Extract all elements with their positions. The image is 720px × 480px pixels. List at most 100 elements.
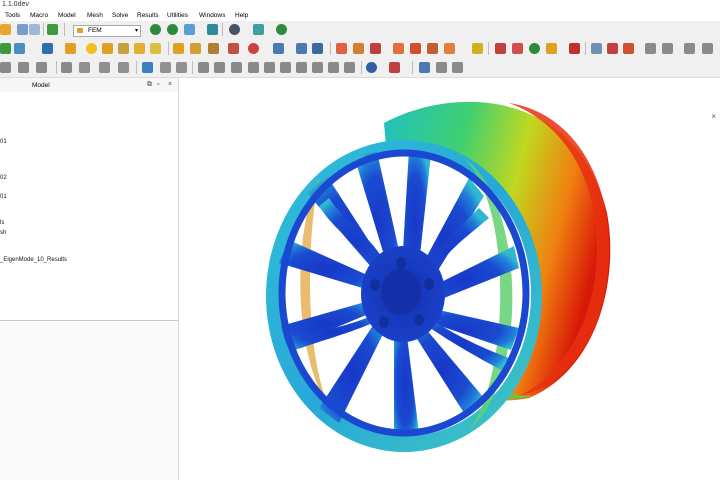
solver-z88-icon[interactable] <box>370 43 381 54</box>
post-scalar-icon[interactable] <box>591 43 602 54</box>
view-cube-icon[interactable] <box>253 24 264 35</box>
solid-material-icon[interactable] <box>42 43 53 54</box>
open-icon[interactable] <box>0 24 11 35</box>
plot-icon[interactable] <box>389 62 400 73</box>
equation-elasticity-icon[interactable] <box>393 43 404 54</box>
redo-icon[interactable] <box>29 24 40 35</box>
zoom-fit-icon[interactable] <box>150 24 161 35</box>
solver-ccx-icon[interactable] <box>336 43 347 54</box>
tree-item[interactable]: sh <box>0 230 6 236</box>
zoom-selection-icon[interactable] <box>167 24 178 35</box>
float-panel-icon[interactable]: ⧉ <box>147 81 152 89</box>
undo-icon[interactable] <box>17 24 28 35</box>
menu-results[interactable]: Results <box>137 12 159 19</box>
menu-mesh[interactable]: Mesh <box>87 12 103 19</box>
toolbar-separator <box>488 42 489 55</box>
refresh-icon[interactable] <box>47 24 58 35</box>
toolbar-separator <box>64 23 65 36</box>
hub-center <box>381 269 421 315</box>
menu-help[interactable]: Help <box>235 12 248 19</box>
solver-elmer-icon[interactable] <box>353 43 364 54</box>
constraint-force-icon[interactable] <box>190 43 201 54</box>
post-data-icon[interactable] <box>645 43 656 54</box>
dock-panel-icon[interactable]: ▫ <box>157 81 159 88</box>
menu-windows[interactable]: Windows <box>199 12 225 19</box>
post-region-icon[interactable] <box>662 43 673 54</box>
tree-item[interactable]: 01 <box>0 139 7 145</box>
fillet-icon[interactable] <box>214 62 225 73</box>
post-cut-icon[interactable] <box>623 43 634 54</box>
close-icon[interactable]: × <box>711 112 716 121</box>
material-icon[interactable] <box>14 43 25 54</box>
results-purge-icon[interactable] <box>512 43 523 54</box>
constraint-pressure-icon[interactable] <box>208 43 219 54</box>
macro-icon[interactable] <box>452 62 463 73</box>
sync-view-icon[interactable] <box>207 24 218 35</box>
fuse-icon[interactable] <box>344 62 355 73</box>
equation-heat-icon[interactable] <box>410 43 421 54</box>
toolbar-separator <box>43 23 44 36</box>
extrude-icon[interactable] <box>248 62 259 73</box>
menu-solve[interactable]: Solve <box>112 12 128 19</box>
workbench-selector[interactable]: FEM ▾ <box>73 25 141 37</box>
section-icon[interactable] <box>0 62 11 73</box>
draw-style-icon[interactable] <box>184 24 195 35</box>
mesh-boundary-icon[interactable] <box>118 43 129 54</box>
equation-electrostatic-icon[interactable] <box>444 43 455 54</box>
tree-item[interactable]: 01 <box>0 194 7 200</box>
recompute-icon[interactable] <box>142 62 153 73</box>
post-table-icon[interactable] <box>702 43 713 54</box>
equation-flow-icon[interactable] <box>427 43 438 54</box>
flow-velocity-icon[interactable] <box>296 43 307 54</box>
constraint-fixed-icon[interactable] <box>173 43 184 54</box>
flow-pressure-icon[interactable] <box>312 43 323 54</box>
tool-icon[interactable] <box>99 62 110 73</box>
coordinate-icon[interactable] <box>176 62 187 73</box>
cut-icon[interactable] <box>328 62 339 73</box>
post-warp-icon[interactable] <box>607 43 618 54</box>
constraint-displacement-icon[interactable] <box>228 43 239 54</box>
mesh-netgen-icon[interactable] <box>150 43 161 54</box>
post-clip-icon[interactable] <box>569 43 580 54</box>
revolve-icon[interactable] <box>264 62 275 73</box>
appearance-icon[interactable] <box>366 62 377 73</box>
box-select-icon[interactable] <box>198 62 209 73</box>
std-views-icon[interactable] <box>229 24 240 35</box>
sphere-icon[interactable] <box>86 43 97 54</box>
panel-icon[interactable] <box>118 62 129 73</box>
export-icon[interactable] <box>419 62 430 73</box>
mesh-clear-icon[interactable] <box>18 62 29 73</box>
offset-icon[interactable] <box>296 62 307 73</box>
menu-model[interactable]: Model <box>58 12 76 19</box>
tree-item[interactable]: 02 <box>0 175 7 181</box>
settings-icon[interactable] <box>79 62 90 73</box>
mesh-group-icon[interactable] <box>134 43 145 54</box>
menu-macro[interactable]: Macro <box>30 12 48 19</box>
results-pipeline-icon[interactable] <box>546 43 557 54</box>
solver-control-icon[interactable] <box>472 43 483 54</box>
constraint-heatflux-icon[interactable] <box>273 43 284 54</box>
solver-run-icon[interactable] <box>495 43 506 54</box>
close-icon[interactable]: × <box>168 81 172 88</box>
constraint-temperature-icon[interactable] <box>248 43 259 54</box>
menu-utilities[interactable]: Utilities <box>167 12 188 19</box>
analysis-icon[interactable] <box>0 43 11 54</box>
3d-viewport[interactable]: × <box>179 78 720 480</box>
toolbar-separator <box>361 61 362 74</box>
results-show-icon[interactable] <box>529 43 540 54</box>
chamfer-icon[interactable] <box>231 62 242 73</box>
measure-icon[interactable] <box>276 24 287 35</box>
menu-tools[interactable]: Tools <box>5 12 20 19</box>
window-titlebar: 1.1.0dev <box>0 0 720 10</box>
mesh-region-icon[interactable] <box>102 43 113 54</box>
filter-icon[interactable] <box>61 62 72 73</box>
mesh-display-icon[interactable] <box>36 62 47 73</box>
tree-item[interactable]: ls <box>0 220 4 226</box>
report-icon[interactable] <box>436 62 447 73</box>
boolean-icon[interactable] <box>312 62 323 73</box>
text-icon[interactable] <box>65 43 76 54</box>
axis-icon[interactable] <box>160 62 171 73</box>
tree-item-results[interactable]: _EigenMode_10_Results <box>0 257 67 263</box>
post-glyph-icon[interactable] <box>684 43 695 54</box>
mirror-icon[interactable] <box>280 62 291 73</box>
